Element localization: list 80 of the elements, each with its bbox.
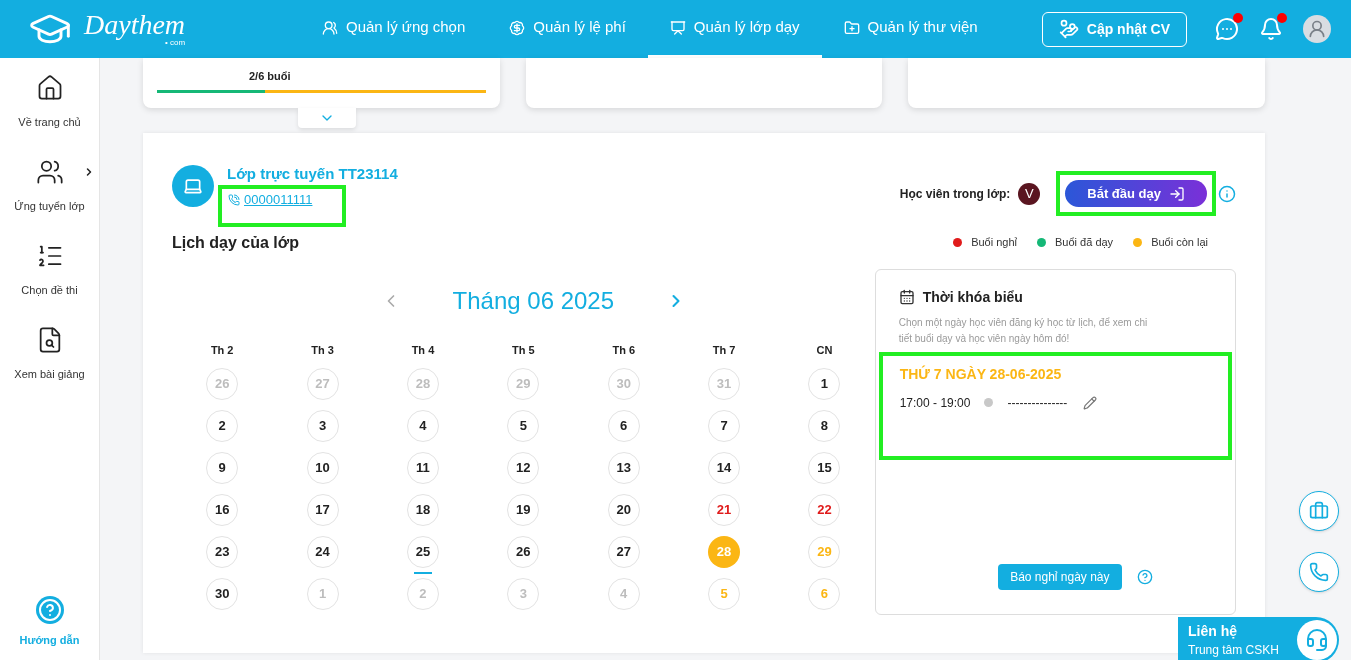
presentation-icon [669, 19, 686, 36]
chat-icon [1215, 17, 1239, 41]
students-label: Học viên trong lớp: [899, 185, 1011, 203]
phone-icon [1309, 562, 1329, 582]
avatar[interactable] [1303, 15, 1331, 43]
student-avatar: V [1018, 182, 1041, 205]
sidebar-item[interactable]: Về trang chủ [0, 74, 99, 158]
calendar-day[interactable]: 30 [206, 578, 239, 610]
session-teacher: --------------- [1007, 394, 1068, 412]
legend-label: Buổi còn lại [1151, 235, 1208, 251]
calendar-icon [898, 289, 915, 305]
sidebar-item[interactable]: Xem bài giảng [0, 326, 99, 410]
person-silhouette-icon [1307, 19, 1327, 39]
briefcase-icon [1309, 501, 1329, 521]
calendar-day[interactable]: 16 [206, 494, 239, 526]
calendar-day[interactable]: 22 [808, 494, 841, 526]
folder-plus-icon [843, 19, 860, 36]
headset-icon [1297, 620, 1337, 660]
calendar-day[interactable]: 3 [306, 410, 339, 442]
logo-text: Daythem [84, 11, 186, 39]
calendar-day[interactable]: 9 [206, 452, 239, 484]
dollar-icon [509, 19, 526, 36]
calendar-day[interactable]: 1 [808, 368, 841, 400]
calendar-day[interactable]: 14 [708, 452, 741, 484]
laptop-icon [183, 176, 203, 196]
calendar-day[interactable]: 10 [306, 452, 339, 484]
edit-icon[interactable] [1083, 395, 1098, 410]
weekday-label: Th 4 [411, 342, 435, 358]
phone-icon [228, 193, 240, 206]
calendar-day[interactable]: 12 [507, 452, 540, 484]
weekday-label: Th 6 [612, 342, 636, 358]
briefcase-button[interactable] [1299, 491, 1339, 531]
calendar-day[interactable]: 26 [507, 536, 540, 568]
session-time: 17:00 - 19:00 [899, 394, 971, 412]
calendar-day[interactable]: 5 [507, 410, 540, 442]
start-teaching-button[interactable]: Bắt đầu dạy [1065, 180, 1207, 207]
enter-icon [1169, 185, 1185, 202]
legend-label: Buổi nghỉ [971, 235, 1017, 251]
today-underline [413, 572, 432, 574]
schedule-title: Lịch dạy của lớp [172, 232, 299, 253]
expand-button[interactable] [298, 108, 356, 128]
class-title: Lớp trực tuyến TT23114 [227, 164, 398, 184]
weekday-label: Th 7 [712, 342, 736, 358]
weekday-label: Th 3 [311, 342, 334, 358]
weekday-label: Th 2 [210, 342, 234, 358]
sidebar-item[interactable]: Ứng tuyển lớp [0, 158, 99, 242]
date-heading: THỨ 7 NGÀY 28-06-2025 [899, 364, 1063, 384]
calendar-day[interactable]: 21 [708, 494, 741, 526]
calendar-day[interactable]: 4 [406, 410, 439, 442]
help-icon[interactable] [1136, 568, 1153, 585]
calendar-day[interactable]: 20 [607, 494, 640, 526]
calendar-day[interactable]: 24 [306, 536, 339, 568]
calendar-day[interactable]: 13 [607, 452, 640, 484]
calendar-day[interactable]: 15 [808, 452, 841, 484]
calendar-day[interactable]: 25 [406, 536, 439, 568]
phone-button[interactable] [1299, 552, 1339, 592]
calendar-day[interactable]: 18 [406, 494, 439, 526]
bell-icon [1259, 17, 1283, 41]
legend-label: Buổi đã dạy [1055, 235, 1114, 251]
calendar-day[interactable]: 19 [507, 494, 540, 526]
calendar-day[interactable]: 27 [607, 536, 640, 568]
month-title: Tháng 06 2025 [452, 285, 615, 316]
weekday-label: Th 5 [512, 342, 535, 358]
calendar-day[interactable]: 2 [206, 410, 239, 442]
calendar-day[interactable]: 11 [406, 452, 439, 484]
sidebar-item[interactable]: Chọn đề thi [0, 242, 99, 326]
logo-suffix: • com [164, 39, 186, 47]
calendar-day[interactable]: 17 [306, 494, 339, 526]
timetable-title: Thời khóa biểu [922, 287, 1023, 307]
info-icon[interactable] [1218, 184, 1236, 203]
progress-label: 2/6 buổi [248, 69, 292, 84]
calendar-day[interactable]: 7 [708, 410, 741, 442]
question-icon [35, 595, 64, 624]
calendar-day[interactable]: 6 [607, 410, 640, 442]
timetable-hint: Chọn một ngày học viên đăng ký học từ lịch, để xem chi tiết buổi dạy và học viên ngày hôm đó! [897, 315, 1149, 346]
group-icon [35, 158, 64, 186]
weekday-label: CN [816, 342, 833, 358]
calendar-day[interactable]: 23 [206, 536, 239, 568]
calendar-day[interactable]: 8 [808, 410, 841, 442]
users-icon [322, 19, 338, 36]
